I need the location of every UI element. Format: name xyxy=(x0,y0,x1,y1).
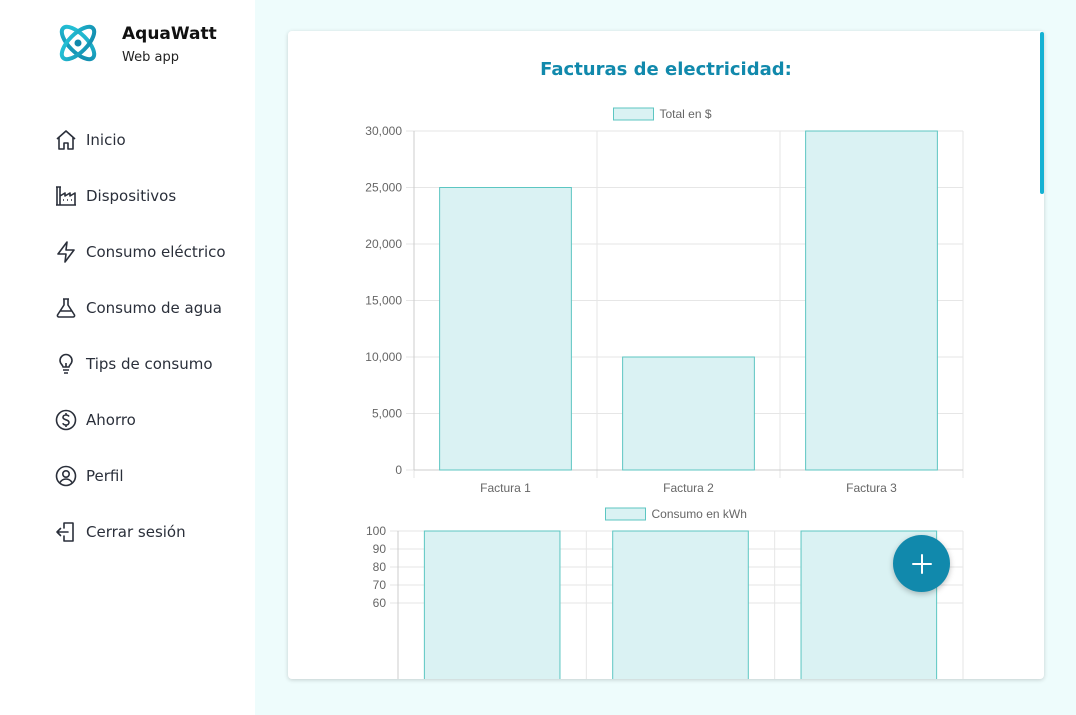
sidebar-item-label: Ahorro xyxy=(86,411,136,429)
sidebar-item-label: Consumo de agua xyxy=(86,299,222,317)
x-tick-label: Factura 2 xyxy=(663,481,714,495)
x-tick-label: Factura 1 xyxy=(480,481,531,495)
sidebar-item-label: Consumo eléctrico xyxy=(86,243,226,261)
y-tick-label: 15,000 xyxy=(365,294,402,308)
sidebar-item-ahorro[interactable]: Ahorro xyxy=(54,392,226,448)
sidebar-item-tips-de-consumo[interactable]: Tips de consumo xyxy=(54,336,226,392)
sidebar-item-cerrar-sesion[interactable]: Cerrar sesión xyxy=(54,504,226,560)
bar xyxy=(622,356,755,471)
dollar-icon xyxy=(54,408,78,432)
x-tick-label: Factura 3 xyxy=(846,481,897,495)
sidebar-item-label: Inicio xyxy=(86,131,126,149)
sidebar-item-dispositivos[interactable]: Dispositivos xyxy=(54,168,226,224)
legend-label: Total en $ xyxy=(660,107,712,121)
bar xyxy=(612,530,749,679)
y-tick-label: 70 xyxy=(373,578,387,592)
sidebar-item-label: Cerrar sesión xyxy=(86,523,186,541)
y-tick-label: 25,000 xyxy=(365,181,402,195)
logout-icon xyxy=(54,520,78,544)
y-tick-label: 5,000 xyxy=(372,407,402,421)
y-tick-label: 30,000 xyxy=(365,124,402,138)
bar xyxy=(439,187,572,471)
y-tick-label: 60 xyxy=(373,596,387,610)
sidebar: AquaWatt Web app Inicio Dispositivos Con… xyxy=(0,0,255,715)
y-tick-label: 20,000 xyxy=(365,237,402,251)
sidebar-nav: Inicio Dispositivos Consumo eléctrico Co… xyxy=(54,112,226,560)
y-tick-label: 10,000 xyxy=(365,350,402,364)
scrollbar-thumb[interactable] xyxy=(1040,32,1044,194)
sidebar-item-consumo-electrico[interactable]: Consumo eléctrico xyxy=(54,224,226,280)
sidebar-item-consumo-de-agua[interactable]: Consumo de agua xyxy=(54,280,226,336)
bar xyxy=(423,530,561,679)
aquawatt-logo-icon xyxy=(59,24,97,62)
add-button[interactable] xyxy=(893,535,950,592)
main-content: Facturas de electricidad: 30,000 25,000 20… xyxy=(255,0,1076,715)
flask-icon xyxy=(54,296,78,320)
legend-swatch xyxy=(613,107,654,121)
sidebar-item-perfil[interactable]: Perfil xyxy=(54,448,226,504)
app-name: AquaWatt xyxy=(122,24,217,44)
y-tick-label: 80 xyxy=(373,560,387,574)
brand[interactable]: AquaWatt Web app xyxy=(55,20,217,66)
factory-icon xyxy=(54,184,78,208)
bar xyxy=(805,130,938,471)
y-tick-label: 100 xyxy=(366,524,386,538)
bolt-icon xyxy=(54,240,78,264)
legend-label: Consumo en kWh xyxy=(652,507,747,521)
y-tick-label: 90 xyxy=(373,542,387,556)
y-tick-label: 0 xyxy=(395,463,402,477)
user-circle-icon xyxy=(54,464,78,488)
plus-icon xyxy=(911,553,932,574)
bulb-icon xyxy=(54,352,78,376)
sidebar-item-inicio[interactable]: Inicio xyxy=(54,112,226,168)
sidebar-item-label: Perfil xyxy=(86,467,124,485)
legend-swatch xyxy=(605,507,646,521)
home-icon xyxy=(54,128,78,152)
sidebar-item-label: Tips de consumo xyxy=(86,355,213,373)
app-subtitle: Web app xyxy=(122,50,179,65)
sidebar-item-label: Dispositivos xyxy=(86,187,177,205)
